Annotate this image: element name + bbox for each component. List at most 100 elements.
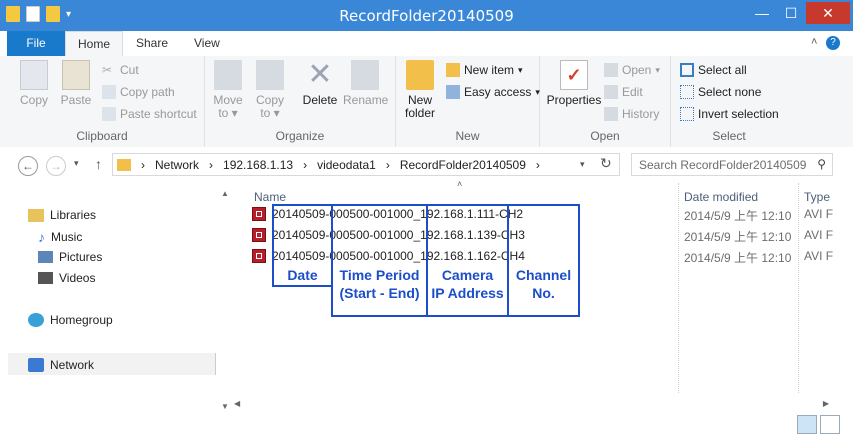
copy-path-label: Copy path: [120, 85, 175, 99]
annotation-label-time-period: Time Period (Start - End): [339, 267, 420, 301]
move-to-icon: [214, 60, 242, 90]
scroll-right-icon[interactable]: ▶: [823, 399, 829, 408]
column-header-name[interactable]: Name: [254, 190, 286, 204]
open-icon: [604, 63, 618, 77]
copy-path-icon: [102, 85, 116, 99]
forward-button[interactable]: →: [46, 156, 66, 176]
tab-share[interactable]: Share: [136, 31, 168, 56]
properties-icon: ✓: [560, 60, 588, 90]
recent-locations-icon[interactable]: ▾: [74, 158, 79, 169]
edit-icon: [604, 85, 618, 99]
nav-item-music[interactable]: ♪ Music: [38, 229, 82, 245]
rename-label: Rename: [343, 93, 389, 107]
network-icon: [28, 358, 44, 372]
nav-music-label: Music: [51, 230, 83, 244]
edit-button[interactable]: Edit: [604, 85, 643, 99]
address-box[interactable]: › Network › 192.168.1.13 › videodata1 › …: [112, 153, 620, 176]
column-divider: [798, 183, 800, 393]
back-button[interactable]: ←: [18, 156, 38, 176]
sort-indicator-icon: ˄: [457, 179, 463, 189]
nav-pictures-label: Pictures: [59, 250, 103, 264]
properties-button[interactable]: ✓ Properties: [544, 60, 604, 107]
nav-item-network[interactable]: Network: [28, 358, 94, 372]
explorer-window: ▾ RecordFolder20140509 — ☐ ✕ File Home S…: [0, 0, 853, 445]
rename-button[interactable]: Rename: [343, 60, 389, 107]
close-button[interactable]: ✕: [806, 2, 850, 24]
move-to-button[interactable]: Move to ▾: [211, 60, 245, 120]
copy-path-button[interactable]: Copy path: [102, 85, 175, 99]
nav-libraries-label: Libraries: [50, 208, 97, 222]
new-item-icon: [446, 63, 460, 77]
cut-button[interactable]: ✂ Cut: [102, 63, 139, 77]
homegroup-icon: [28, 313, 44, 327]
content-area: Libraries ♪ Music Pictures Videos Homegr…: [0, 179, 853, 445]
nav-item-pictures[interactable]: Pictures: [38, 250, 102, 264]
invert-selection-icon: [680, 107, 694, 121]
annotation-label-camera-ip: Camera IP Address: [431, 267, 504, 301]
select-all-label: Select all: [698, 63, 747, 77]
new-item-button[interactable]: New item ▾: [446, 63, 523, 77]
help-icon[interactable]: ?: [826, 36, 840, 50]
nav-item-homegroup[interactable]: Homegroup: [28, 313, 113, 327]
scroll-left-icon[interactable]: ◀: [234, 399, 240, 408]
up-button[interactable]: ↑: [95, 156, 102, 172]
scroll-up-icon[interactable]: ▲: [221, 189, 229, 198]
file-date: 2014/5/9 上午 12:10: [684, 251, 792, 265]
address-dropdown-icon[interactable]: ▾: [580, 159, 585, 170]
organize-group-label: Organize: [275, 129, 325, 143]
paste-button[interactable]: Paste: [56, 60, 96, 107]
breadcrumb-host[interactable]: 192.168.1.13: [223, 158, 293, 172]
copy-to-button[interactable]: Copy to ▾: [253, 60, 287, 120]
easy-access-button[interactable]: Easy access ▾: [446, 85, 540, 99]
edit-label: Edit: [622, 85, 643, 99]
paste-icon: [62, 60, 90, 90]
column-header-date-modified[interactable]: Date modified: [684, 190, 758, 204]
minimize-button[interactable]: —: [748, 2, 776, 24]
tab-home[interactable]: Home: [65, 31, 124, 57]
large-icons-view-button[interactable]: [820, 415, 840, 434]
address-bar-row: ← → ▾ ↑ › Network › 192.168.1.13 › video…: [0, 147, 853, 183]
breadcrumb-share[interactable]: videodata1: [317, 158, 376, 172]
paste-shortcut-icon: [102, 107, 116, 121]
annotation-label-channel: Channel No.: [515, 267, 572, 301]
copy-icon: [20, 60, 48, 90]
chevron-down-icon: ▾: [655, 64, 660, 75]
rename-icon: [351, 60, 379, 90]
select-all-button[interactable]: Select all: [680, 63, 747, 77]
file-type: AVI F: [804, 207, 834, 221]
file-date: 2014/5/9 上午 12:10: [684, 230, 792, 244]
copy-button[interactable]: Copy: [14, 60, 54, 107]
history-button[interactable]: History: [604, 107, 659, 121]
nav-item-libraries[interactable]: Libraries: [28, 208, 96, 222]
breadcrumb-folder[interactable]: RecordFolder20140509: [400, 158, 526, 172]
maximize-button[interactable]: ☐: [777, 2, 805, 24]
scroll-down-icon[interactable]: ▼: [221, 402, 229, 411]
nav-scrollbar[interactable]: ▲ ▼: [218, 189, 232, 411]
open-button[interactable]: Open ▾: [604, 63, 660, 77]
new-group: New folder New item ▾ Easy access ▾ New: [396, 56, 540, 147]
refresh-icon[interactable]: ↻: [600, 155, 612, 172]
search-placeholder: Search RecordFolder20140509: [639, 158, 807, 172]
column-header-type[interactable]: Type: [804, 190, 830, 204]
new-folder-button[interactable]: New folder: [402, 60, 438, 120]
nav-videos-label: Videos: [59, 271, 96, 285]
select-none-button[interactable]: Select none: [680, 85, 761, 99]
properties-label: Properties: [546, 93, 602, 107]
tab-view[interactable]: View: [194, 31, 220, 56]
paste-shortcut-button[interactable]: Paste shortcut: [102, 107, 197, 121]
annotation-label-date: Date: [287, 267, 318, 283]
nav-item-videos[interactable]: Videos: [38, 271, 95, 285]
tab-file[interactable]: File: [7, 31, 65, 56]
search-input[interactable]: Search RecordFolder20140509 ⚲: [631, 153, 833, 176]
details-view-button[interactable]: [797, 415, 817, 434]
invert-selection-button[interactable]: Invert selection: [680, 107, 779, 121]
videos-icon: [38, 272, 53, 284]
ribbon: Copy Paste ✂ Cut Copy path Paste shortcu…: [0, 56, 853, 148]
chevron-up-icon[interactable]: ˄: [811, 36, 817, 48]
paste-label: Paste: [60, 93, 92, 107]
file-list-scrollbar[interactable]: ◀ ▶: [234, 396, 829, 412]
copy-to-label: Copy to ▾: [255, 93, 284, 120]
status-bar: [0, 414, 853, 445]
delete-button[interactable]: ✕ Delete: [301, 60, 339, 107]
breadcrumb-network[interactable]: Network: [155, 158, 199, 172]
